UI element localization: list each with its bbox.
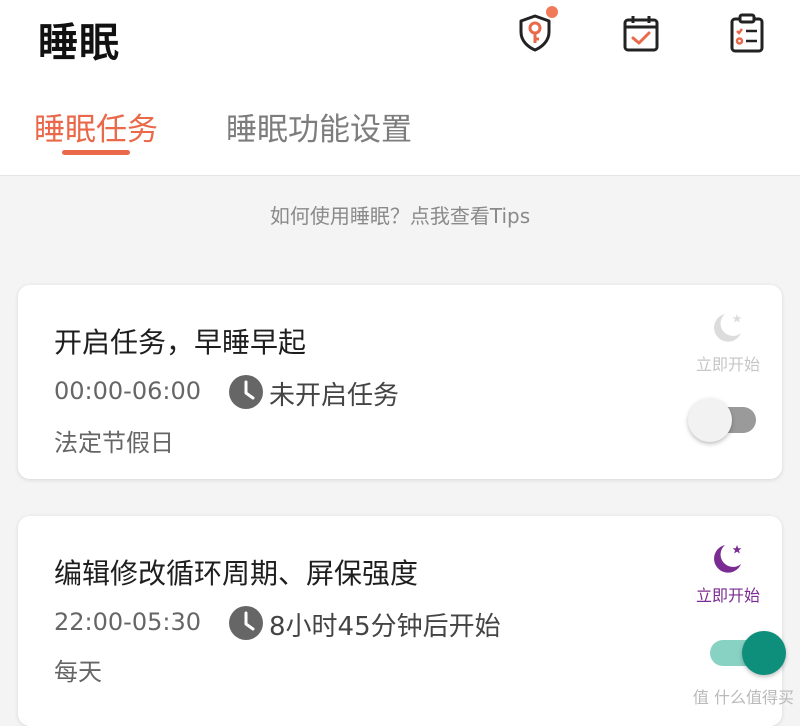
page-title: 睡眠	[38, 20, 120, 66]
calendar-check-icon	[623, 16, 659, 52]
clipboard-list-icon	[730, 13, 764, 53]
toggle-knob	[742, 631, 786, 675]
tips-link[interactable]: 如何使用睡眠？点我查看Tips	[0, 200, 800, 229]
task-title: 开启任务，早睡早起	[54, 326, 307, 359]
task-status: 未开启任务	[269, 381, 400, 411]
start-now-label: 立即开始	[695, 355, 760, 374]
task-status: 8小时45分钟后开始	[269, 612, 501, 642]
calendar-button[interactable]	[616, 8, 666, 58]
clock-icon	[229, 606, 263, 640]
start-now-label: 立即开始	[695, 586, 760, 605]
start-now-button[interactable]: 立即开始	[688, 542, 768, 606]
moon-star-icon	[714, 314, 742, 342]
notification-dot	[546, 6, 558, 18]
watermark: 值 什么值得买	[693, 684, 794, 708]
privacy-key-button[interactable]	[510, 6, 560, 58]
task-repeat: 法定节假日	[54, 429, 174, 457]
active-tab-indicator	[62, 150, 130, 155]
tab-sleep-tasks[interactable]: 睡眠任务	[34, 104, 158, 149]
task-time-range: 22:00-05:30	[54, 608, 201, 636]
task-card[interactable]: 编辑修改循环周期、屏保强度 22:00-05:30 8小时45分钟后开始 每天 …	[18, 516, 786, 726]
app-header: 睡眠 睡眠任务 睡眠功能设置	[0, 0, 800, 176]
shield-key-icon	[519, 14, 551, 52]
moon-star-icon	[714, 545, 742, 573]
tab-sleep-settings[interactable]: 睡眠功能设置	[226, 104, 412, 149]
task-title: 编辑修改循环周期、屏保强度	[54, 557, 419, 590]
task-repeat: 每天	[54, 658, 102, 686]
task-toggle[interactable]	[688, 398, 758, 442]
records-button[interactable]	[722, 8, 772, 58]
toggle-knob	[688, 398, 732, 442]
start-now-button[interactable]: 立即开始	[688, 311, 768, 375]
task-card[interactable]: 开启任务，早睡早起 00:00-06:00 未开启任务 法定节假日 立即开始	[18, 285, 782, 479]
task-toggle[interactable]	[704, 631, 786, 675]
clock-icon	[229, 375, 263, 409]
watermark-text: 值 什么值得买	[692, 688, 794, 707]
task-time-range: 00:00-06:00	[54, 377, 201, 405]
